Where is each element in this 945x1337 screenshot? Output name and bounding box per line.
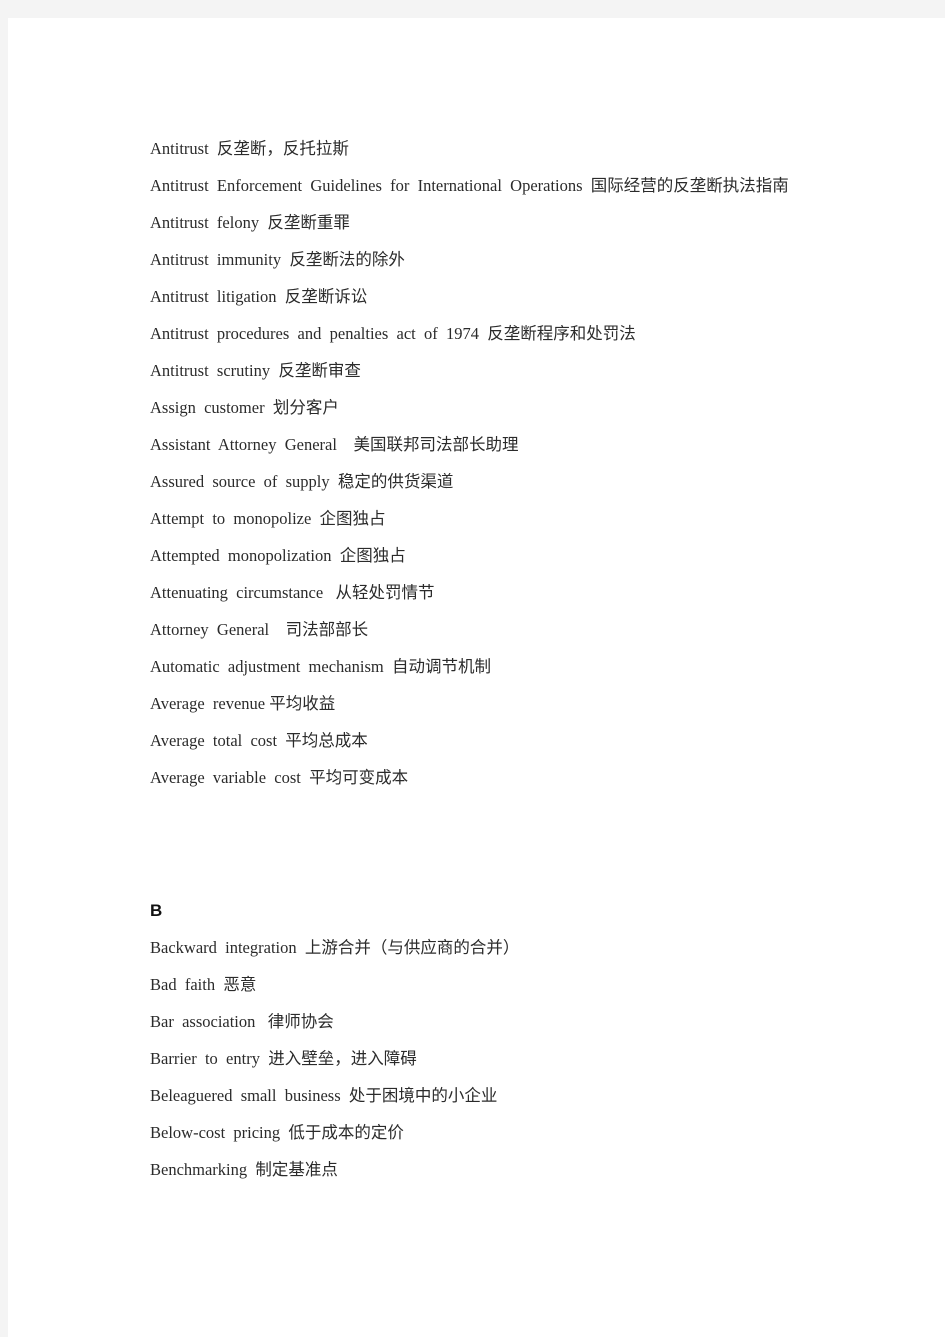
glossary-entry: Antitrust procedures and penalties act o… [150, 324, 636, 343]
glossary-entry: Average revenue 平均收益 [150, 694, 336, 713]
glossary-entry: Barrier to entry 进入壁垒，进入障碍 [150, 1049, 417, 1068]
glossary-text-column: Antitrust 反垄断，反托拉斯 Antitrust Enforcement … [150, 130, 795, 1188]
glossary-entry: Assign customer 划分客户 [150, 398, 339, 417]
glossary-entry: Antitrust 反垄断，反托拉斯 [150, 139, 349, 158]
glossary-entry: Assured source of supply 稳定的供货渠道 [150, 472, 454, 491]
glossary-entry: Attorney General 司法部部长 [150, 620, 369, 639]
glossary-entry: Antitrust litigation 反垄断诉讼 [150, 287, 368, 306]
glossary-entry: Below-cost pricing 低于成本的定价 [150, 1123, 404, 1142]
glossary-entry: Attenuating circumstance 从轻处罚情节 [150, 583, 435, 602]
glossary-entry: Assistant Attorney General 美国联邦司法部长助理 [150, 435, 519, 454]
glossary-entry: Antitrust scrutiny 反垄断审查 [150, 361, 361, 380]
glossary-entry: Antitrust felony 反垄断重罪 [150, 213, 350, 232]
glossary-entry: Beleaguered small business 处于困境中的小企业 [150, 1086, 498, 1105]
glossary-entry: Antitrust immunity 反垄断法的除外 [150, 250, 405, 269]
glossary-entry: Average variable cost 平均可变成本 [150, 768, 409, 787]
glossary-entry: Average total cost 平均总成本 [150, 731, 368, 750]
glossary-entry: Automatic adjustment mechanism 自动调节机制 [150, 657, 491, 676]
glossary-entry: Attempt to monopolize 企图独占 [150, 509, 386, 528]
glossary-entry: Benchmarking 制定基准点 [150, 1160, 338, 1179]
glossary-entry: Attempted monopolization 企图独占 [150, 546, 406, 565]
section-heading-b: B [150, 901, 163, 920]
glossary-entry: Bad faith 恶意 [150, 975, 257, 994]
document-page-sheet: Antitrust 反垄断，反托拉斯 Antitrust Enforcement … [8, 18, 945, 1337]
glossary-entry: Antitrust Enforcement Guidelines for Int… [150, 176, 789, 195]
glossary-entry: Backward integration 上游合并（与供应商的合并） [150, 938, 520, 957]
glossary-entry: Bar association 律师协会 [150, 1012, 334, 1031]
